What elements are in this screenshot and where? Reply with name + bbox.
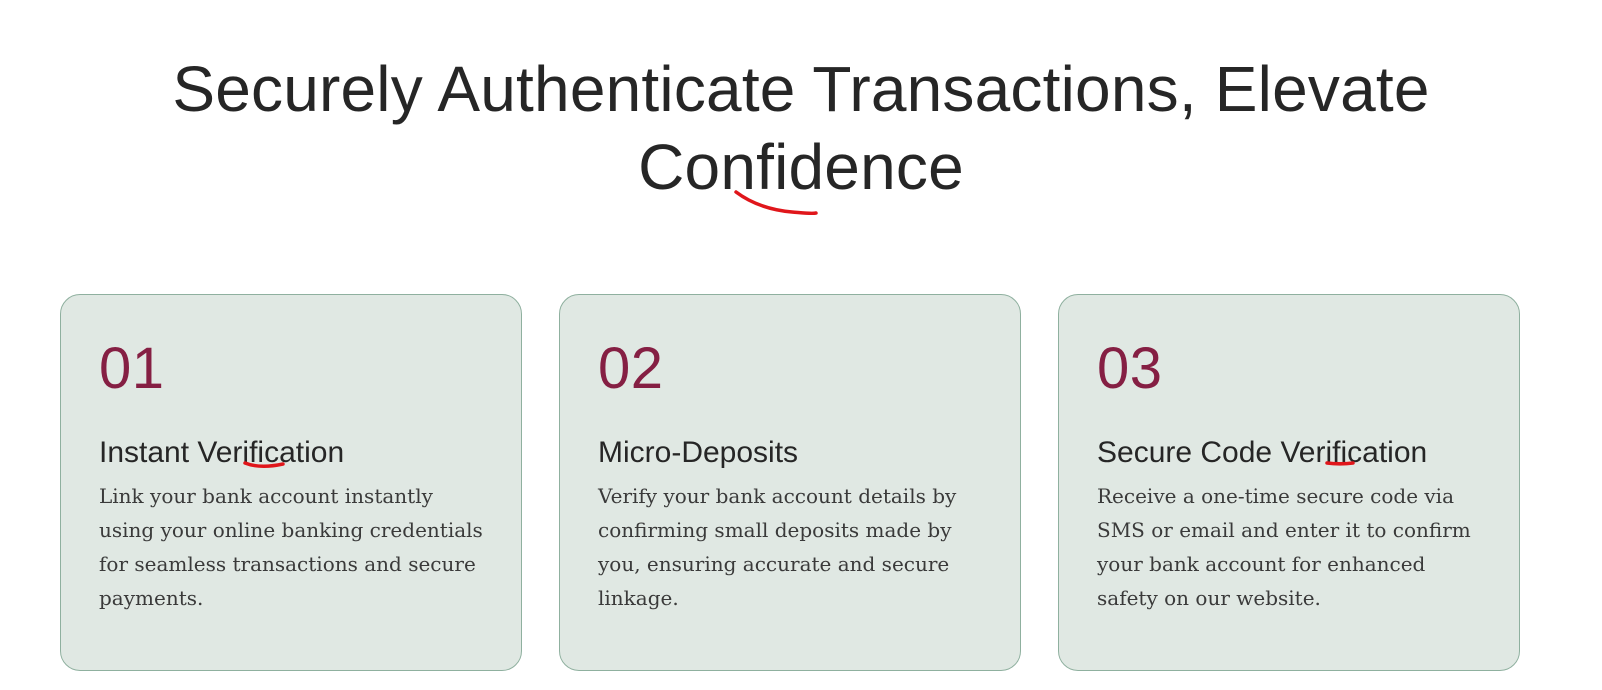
card-title: Micro-Deposits: [598, 436, 799, 469]
card-title: Instant Verification: [99, 436, 345, 469]
feature-card-instant-verification: 01 Instant Verification Link your bank a…: [60, 294, 522, 671]
card-number: 02: [598, 336, 664, 401]
card-description: Verify your bank account details by conf…: [598, 484, 957, 610]
feature-card-secure-code-verification: 03 Secure Code Verification Receive a on…: [1058, 294, 1520, 671]
page-title-line-1: Securely Authenticate Transactions, Elev…: [172, 53, 1430, 125]
card-description: Link your bank account instantly using y…: [99, 484, 483, 610]
page-title-line-2: Confidence: [638, 131, 964, 203]
card-number: 01: [99, 336, 165, 401]
card-description: Receive a one-time secure code via SMS o…: [1097, 484, 1471, 610]
page-title: Securely Authenticate Transactions, Elev…: [0, 50, 1602, 206]
card-title: Secure Code Verification: [1097, 436, 1428, 469]
feature-card-list: 01 Instant Verification Link your bank a…: [60, 294, 1520, 671]
card-number: 03: [1097, 336, 1163, 401]
feature-card-micro-deposits: 02 Micro-Deposits Verify your bank accou…: [559, 294, 1021, 671]
